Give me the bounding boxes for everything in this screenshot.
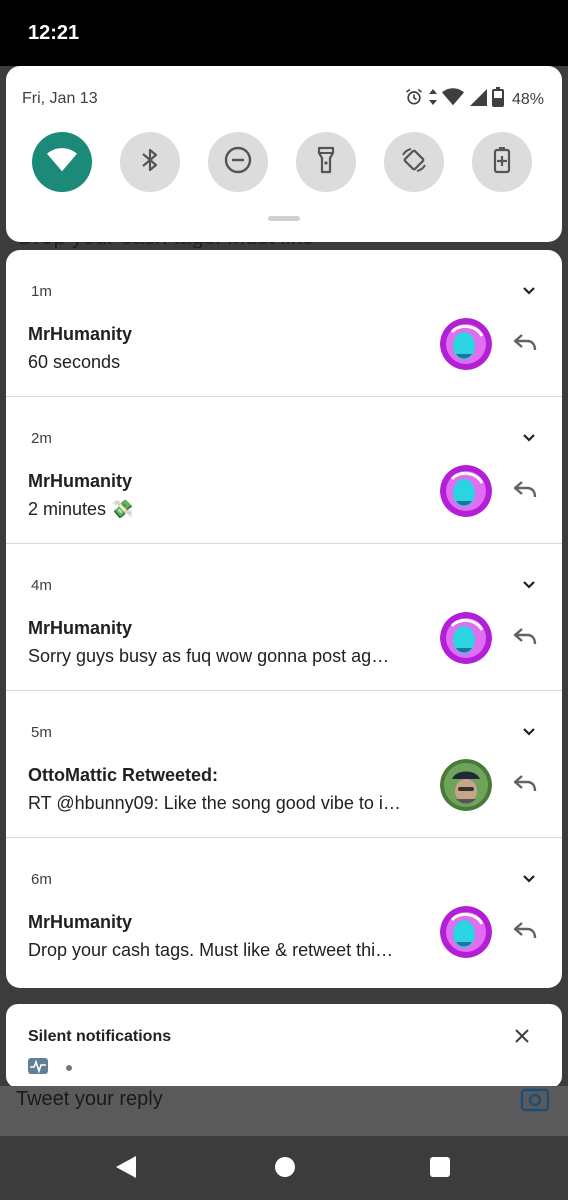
reply-icon[interactable] <box>512 479 538 504</box>
mrhumanity-avatar <box>440 906 492 958</box>
notification-time: 4m <box>31 577 52 594</box>
reply-icon[interactable] <box>512 332 538 357</box>
notification-time: 2m <box>31 430 52 447</box>
close-icon[interactable] <box>514 1028 530 1049</box>
chevron-down-icon[interactable] <box>522 724 536 742</box>
notification-body: Drop your cash tags. Must like & retweet… <box>28 940 394 960</box>
background-reply-placeholder: Tweet your reply <box>16 1088 163 1110</box>
auto-rotate-icon <box>399 145 429 180</box>
chevron-down-icon[interactable] <box>522 430 536 448</box>
notification-item[interactable]: 6m MrHumanity Drop your cash tags. Must … <box>6 838 562 984</box>
do-not-disturb-icon <box>223 145 253 180</box>
notification-list: 1m MrHumanity 60 seconds 2m MrHumanity 2… <box>6 250 562 988</box>
notification-item[interactable]: 4m MrHumanity Sorry guys busy as fuq wow… <box>6 544 562 691</box>
chevron-down-icon[interactable] <box>522 283 536 301</box>
recents-icon[interactable] <box>429 1156 451 1183</box>
auto-rotate-tile[interactable] <box>384 132 444 192</box>
chevron-down-icon[interactable] <box>522 871 536 889</box>
notification-time: 5m <box>31 724 52 741</box>
mrhumanity-avatar <box>440 465 492 517</box>
battery-percent: 48% <box>511 90 544 108</box>
notification-body: 60 seconds <box>28 352 121 372</box>
battery-saver-tile[interactable] <box>472 132 532 192</box>
notification-time: 1m <box>31 283 52 300</box>
wifi-icon <box>47 147 77 178</box>
notification-title: MrHumanity <box>28 471 133 491</box>
battery-icon <box>491 87 504 112</box>
data-arrows-icon <box>428 87 438 112</box>
alarm-icon <box>404 87 424 112</box>
ottomattic-avatar <box>440 759 492 811</box>
notification-body: RT @hbunny09: Like the song good vibe to… <box>28 793 401 813</box>
notification-time: 6m <box>31 871 52 888</box>
notification-body: 2 minutes 💸 <box>28 499 134 519</box>
bluetooth-icon <box>139 146 161 179</box>
battery-saver-icon <box>492 145 512 180</box>
home-icon[interactable] <box>274 1156 296 1183</box>
reply-icon[interactable] <box>512 773 538 798</box>
flashlight-tile[interactable] <box>296 132 356 192</box>
flashlight-icon <box>316 145 336 180</box>
notification-item[interactable]: 5m OttoMattic Retweeted: RT @hbunny09: L… <box>6 691 562 838</box>
notification-body: Sorry guys busy as fuq wow gonna post ag… <box>28 646 390 666</box>
silent-notifications-section[interactable]: Silent notifications <box>6 1004 562 1088</box>
silent-notifications-heading: Silent notifications <box>28 1028 172 1045</box>
quick-settings-panel: Fri, Jan 13 48% <box>6 66 562 242</box>
mrhumanity-avatar <box>440 318 492 370</box>
chevron-down-icon[interactable] <box>522 577 536 595</box>
reply-icon[interactable] <box>512 626 538 651</box>
status-clock: 12:21 <box>28 22 80 44</box>
do-not-disturb-tile[interactable] <box>208 132 268 192</box>
activity-app-icon <box>28 1058 48 1079</box>
navigation-bar <box>0 1136 568 1200</box>
quick-tiles <box>32 132 532 192</box>
mrhumanity-avatar <box>440 612 492 664</box>
back-icon[interactable] <box>114 1154 138 1185</box>
separator-dot <box>66 1065 72 1071</box>
notification-title: MrHumanity <box>28 618 133 638</box>
notification-title: MrHumanity <box>28 912 133 932</box>
wifi-tile[interactable] <box>32 132 92 192</box>
expand-handle[interactable] <box>268 216 300 221</box>
status-icons: 48% <box>404 87 544 112</box>
camera-icon <box>520 1086 550 1114</box>
date-label: Fri, Jan 13 <box>22 90 98 107</box>
wifi-status-icon <box>441 87 464 112</box>
status-bar: 12:21 <box>0 0 568 66</box>
reply-icon[interactable] <box>512 920 538 945</box>
bluetooth-tile[interactable] <box>120 132 180 192</box>
notification-item[interactable]: 2m MrHumanity 2 minutes 💸 <box>6 397 562 544</box>
notification-title: MrHumanity <box>28 324 133 344</box>
cellular-signal-icon <box>468 87 488 112</box>
notification-item[interactable]: 1m MrHumanity 60 seconds <box>6 250 562 397</box>
notification-title: OttoMattic Retweeted: <box>28 765 219 785</box>
